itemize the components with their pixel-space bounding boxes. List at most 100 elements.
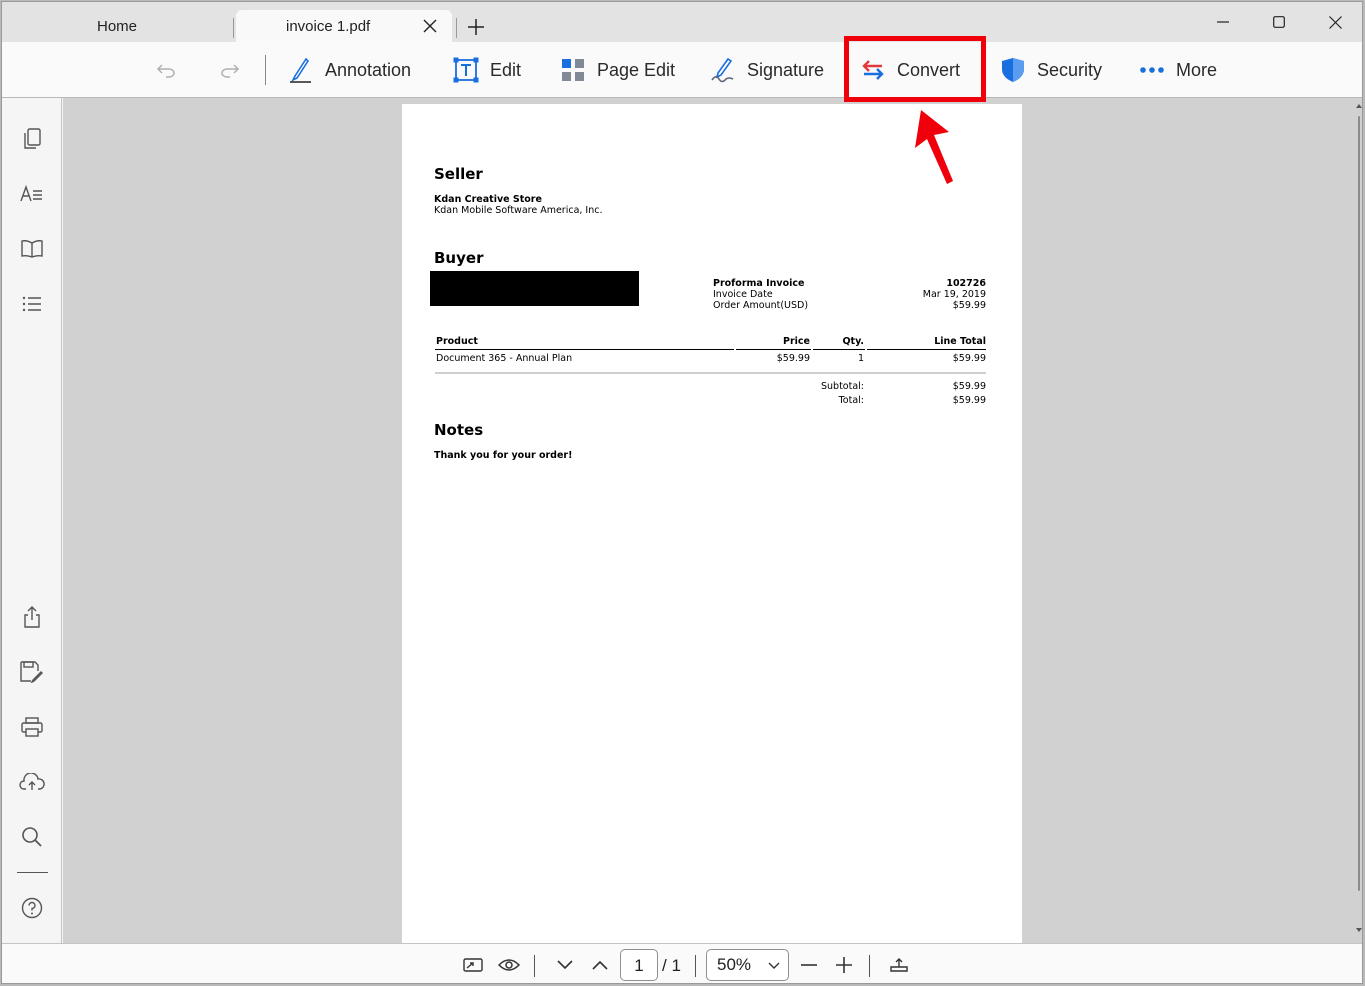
redacted-block <box>430 271 639 306</box>
prev-page-chevron-up-icon[interactable] <box>587 952 613 978</box>
total-value: $59.99 <box>952 395 986 406</box>
zoom-value: 50% <box>717 955 752 974</box>
bottom-divider <box>695 955 696 977</box>
pen-icon <box>288 57 314 83</box>
item-price: $59.99 <box>776 353 810 364</box>
annotation-button[interactable]: Annotation <box>288 42 411 98</box>
page-edit-label: Page Edit <box>597 59 676 80</box>
undo-icon[interactable] <box>151 56 181 84</box>
minimize-icon[interactable] <box>1200 7 1246 37</box>
signature-label: Signature <box>747 59 825 80</box>
item-product: Document 365 - Annual Plan <box>436 353 573 364</box>
cloud-upload-icon[interactable] <box>17 767 47 797</box>
scroll-to-top-icon[interactable] <box>886 952 912 978</box>
fit-page-icon[interactable] <box>460 952 486 978</box>
table-header-rule <box>736 349 811 350</box>
list-outline-icon[interactable] <box>17 289 47 319</box>
close-tab-icon[interactable] <box>418 14 442 38</box>
next-page-chevron-down-icon[interactable] <box>552 952 578 978</box>
more-label: More <box>1176 59 1218 80</box>
security-label: Security <box>1037 59 1103 80</box>
bottom-divider <box>534 955 535 977</box>
bottom-bar: 1 / 1 50% <box>2 943 1362 983</box>
tab-invoice[interactable]: invoice 1.pdf <box>236 10 452 42</box>
grid-icon <box>560 57 586 83</box>
sidebar-divider <box>17 872 48 873</box>
document-canvas[interactable]: Seller Kdan Creative Store Kdan Mobile S… <box>63 98 1363 943</box>
red-arrow-icon <box>915 110 953 184</box>
zoom-in-plus-icon[interactable] <box>831 952 857 978</box>
convert-highlight-box <box>844 36 986 102</box>
invoice-number: 102726 <box>946 278 986 289</box>
save-edit-icon[interactable] <box>17 657 47 687</box>
tab-invoice-label: invoice 1.pdf <box>286 17 371 35</box>
app-window: Home invoice 1.pdf Annotation Edit Page … <box>1 1 1363 984</box>
zoom-out-minus-icon[interactable] <box>796 952 822 978</box>
page-number-input[interactable]: 1 <box>620 949 658 981</box>
order-amount-label: Order Amount(USD) <box>713 300 809 311</box>
table-header-rule <box>867 349 986 350</box>
print-icon[interactable] <box>17 712 47 742</box>
chevron-down-icon <box>768 962 780 969</box>
toolbar-divider <box>265 55 266 85</box>
search-icon[interactable] <box>17 822 47 852</box>
seller-heading: Seller <box>434 165 483 183</box>
subtotal-value: $59.99 <box>952 381 986 392</box>
item-line-total: $59.99 <box>952 353 986 364</box>
signature-pen-icon <box>710 57 736 83</box>
order-amount: $59.99 <box>952 300 986 311</box>
shield-icon <box>1000 57 1026 83</box>
col-header-product: Product <box>436 336 478 347</box>
total-label: Total: <box>838 395 864 406</box>
buyer-heading: Buyer <box>434 249 484 267</box>
table-header-rule <box>435 349 734 350</box>
eye-icon[interactable] <box>496 952 522 978</box>
new-tab-plus-icon[interactable] <box>463 14 489 40</box>
page-number-value: 1 <box>634 956 644 975</box>
main-toolbar: Annotation Edit Page Edit Signature Conv <box>2 42 1362 98</box>
left-sidebar <box>2 98 62 943</box>
close-window-icon[interactable] <box>1312 7 1358 37</box>
bookmark-book-icon[interactable] <box>17 234 47 264</box>
edit-label: Edit <box>490 59 522 80</box>
maximize-icon[interactable] <box>1256 7 1302 37</box>
invoice-date-label: Invoice Date <box>713 289 773 300</box>
share-icon[interactable] <box>17 602 47 632</box>
notes-heading: Notes <box>434 421 484 439</box>
table-header-rule <box>813 349 865 350</box>
scroll-down-arrow-icon[interactable] <box>1355 926 1363 934</box>
redo-icon[interactable] <box>215 56 245 84</box>
signature-button[interactable]: Signature <box>710 42 824 98</box>
seller-company: Kdan Mobile Software America, Inc. <box>434 205 603 216</box>
col-header-line-total: Line Total <box>934 336 986 347</box>
tab-home-label: Home <box>96 17 137 35</box>
page-edit-button[interactable]: Page Edit <box>560 42 675 98</box>
col-header-price: Price <box>783 336 810 347</box>
help-icon[interactable] <box>17 893 47 923</box>
seller-name: Kdan Creative Store <box>434 194 542 205</box>
more-button[interactable]: More <box>1139 42 1217 98</box>
title-bar: Home invoice 1.pdf <box>2 2 1362 42</box>
tab-home[interactable]: Home <box>2 10 232 42</box>
page-total: / 1 <box>662 956 681 975</box>
scroll-up-arrow-icon[interactable] <box>1355 102 1363 110</box>
tab-divider <box>233 18 234 38</box>
table-bottom-rule <box>435 372 986 374</box>
edit-button[interactable]: Edit <box>453 42 521 98</box>
item-qty: 1 <box>857 353 864 364</box>
bottom-divider <box>869 955 870 977</box>
notes-text: Thank you for your order! <box>434 450 573 461</box>
thumbnails-icon[interactable] <box>17 124 47 154</box>
text-edit-icon <box>453 57 479 83</box>
vertical-scrollbar[interactable] <box>1358 116 1360 891</box>
annotation-label: Annotation <box>325 59 412 80</box>
col-header-qty: Qty. <box>842 336 864 347</box>
subtotal-label: Subtotal: <box>820 381 864 392</box>
invoice-title: Proforma Invoice <box>713 278 805 289</box>
zoom-select[interactable]: 50% <box>706 949 789 981</box>
invoice-date: Mar 19, 2019 <box>922 289 986 300</box>
tab-divider <box>456 18 457 38</box>
security-button[interactable]: Security <box>1000 42 1102 98</box>
pdf-page: Seller Kdan Creative Store Kdan Mobile S… <box>402 104 1022 943</box>
text-outline-icon[interactable] <box>17 179 47 209</box>
